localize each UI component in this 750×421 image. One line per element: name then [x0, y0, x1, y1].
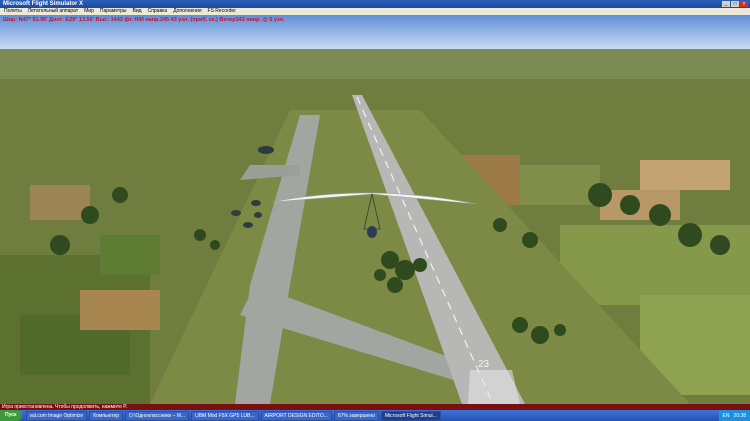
- runway-number: 23: [478, 359, 490, 370]
- window-controls: _ □ ×: [722, 1, 748, 7]
- taskbar-items: val.com Image Optimize Компьютер D:\Одно…: [25, 410, 441, 421]
- minimize-button[interactable]: _: [722, 1, 730, 7]
- taskbar-item[interactable]: AIRPORT DESIGN EDITO...: [260, 410, 332, 421]
- taskbar-item[interactable]: val.com Image Optimize: [25, 410, 88, 421]
- menu-fs-recorder[interactable]: FS Recorder: [208, 8, 236, 15]
- taskbar: Пуск val.com Image Optimize Компьютер D:…: [0, 410, 750, 421]
- taskbar-item[interactable]: 67% завершено: [333, 410, 379, 421]
- menu-help[interactable]: Справка: [148, 8, 168, 15]
- menu-bar: Полеты Летательный аппарат Мир Параметры…: [0, 8, 750, 15]
- window-titlebar: Microsoft Flight Simulator X _ □ ×: [0, 0, 750, 8]
- menu-options[interactable]: Параметры: [100, 8, 127, 15]
- taskbar-item[interactable]: Компьютер: [89, 410, 124, 421]
- clock[interactable]: 20:38: [733, 413, 746, 419]
- close-button[interactable]: ×: [740, 1, 748, 7]
- menu-aircraft[interactable]: Летательный аппарат: [28, 8, 78, 15]
- menu-addons[interactable]: Дополнения: [173, 8, 201, 15]
- hud-readout: Шир: N47° 51.95' Долг: E29° 13.56' Выс: …: [3, 17, 285, 23]
- maximize-button[interactable]: □: [731, 1, 739, 7]
- taskbar-item[interactable]: D:\Одноклассники – М...: [125, 410, 190, 421]
- menu-view[interactable]: Вид: [133, 8, 142, 15]
- window-title: Microsoft Flight Simulator X: [3, 1, 84, 7]
- system-tray: EN 20:38: [718, 410, 750, 421]
- language-indicator[interactable]: EN: [723, 413, 730, 419]
- menu-world[interactable]: Мир: [84, 8, 94, 15]
- menu-flights[interactable]: Полеты: [4, 8, 22, 15]
- simulator-viewport[interactable]: 23: [0, 15, 750, 404]
- taskbar-item[interactable]: UBM Mod F5X GP5 LUB...: [191, 410, 259, 421]
- start-button[interactable]: Пуск: [0, 410, 22, 421]
- taskbar-item-active[interactable]: Microsoft Flight Simul...: [380, 410, 441, 421]
